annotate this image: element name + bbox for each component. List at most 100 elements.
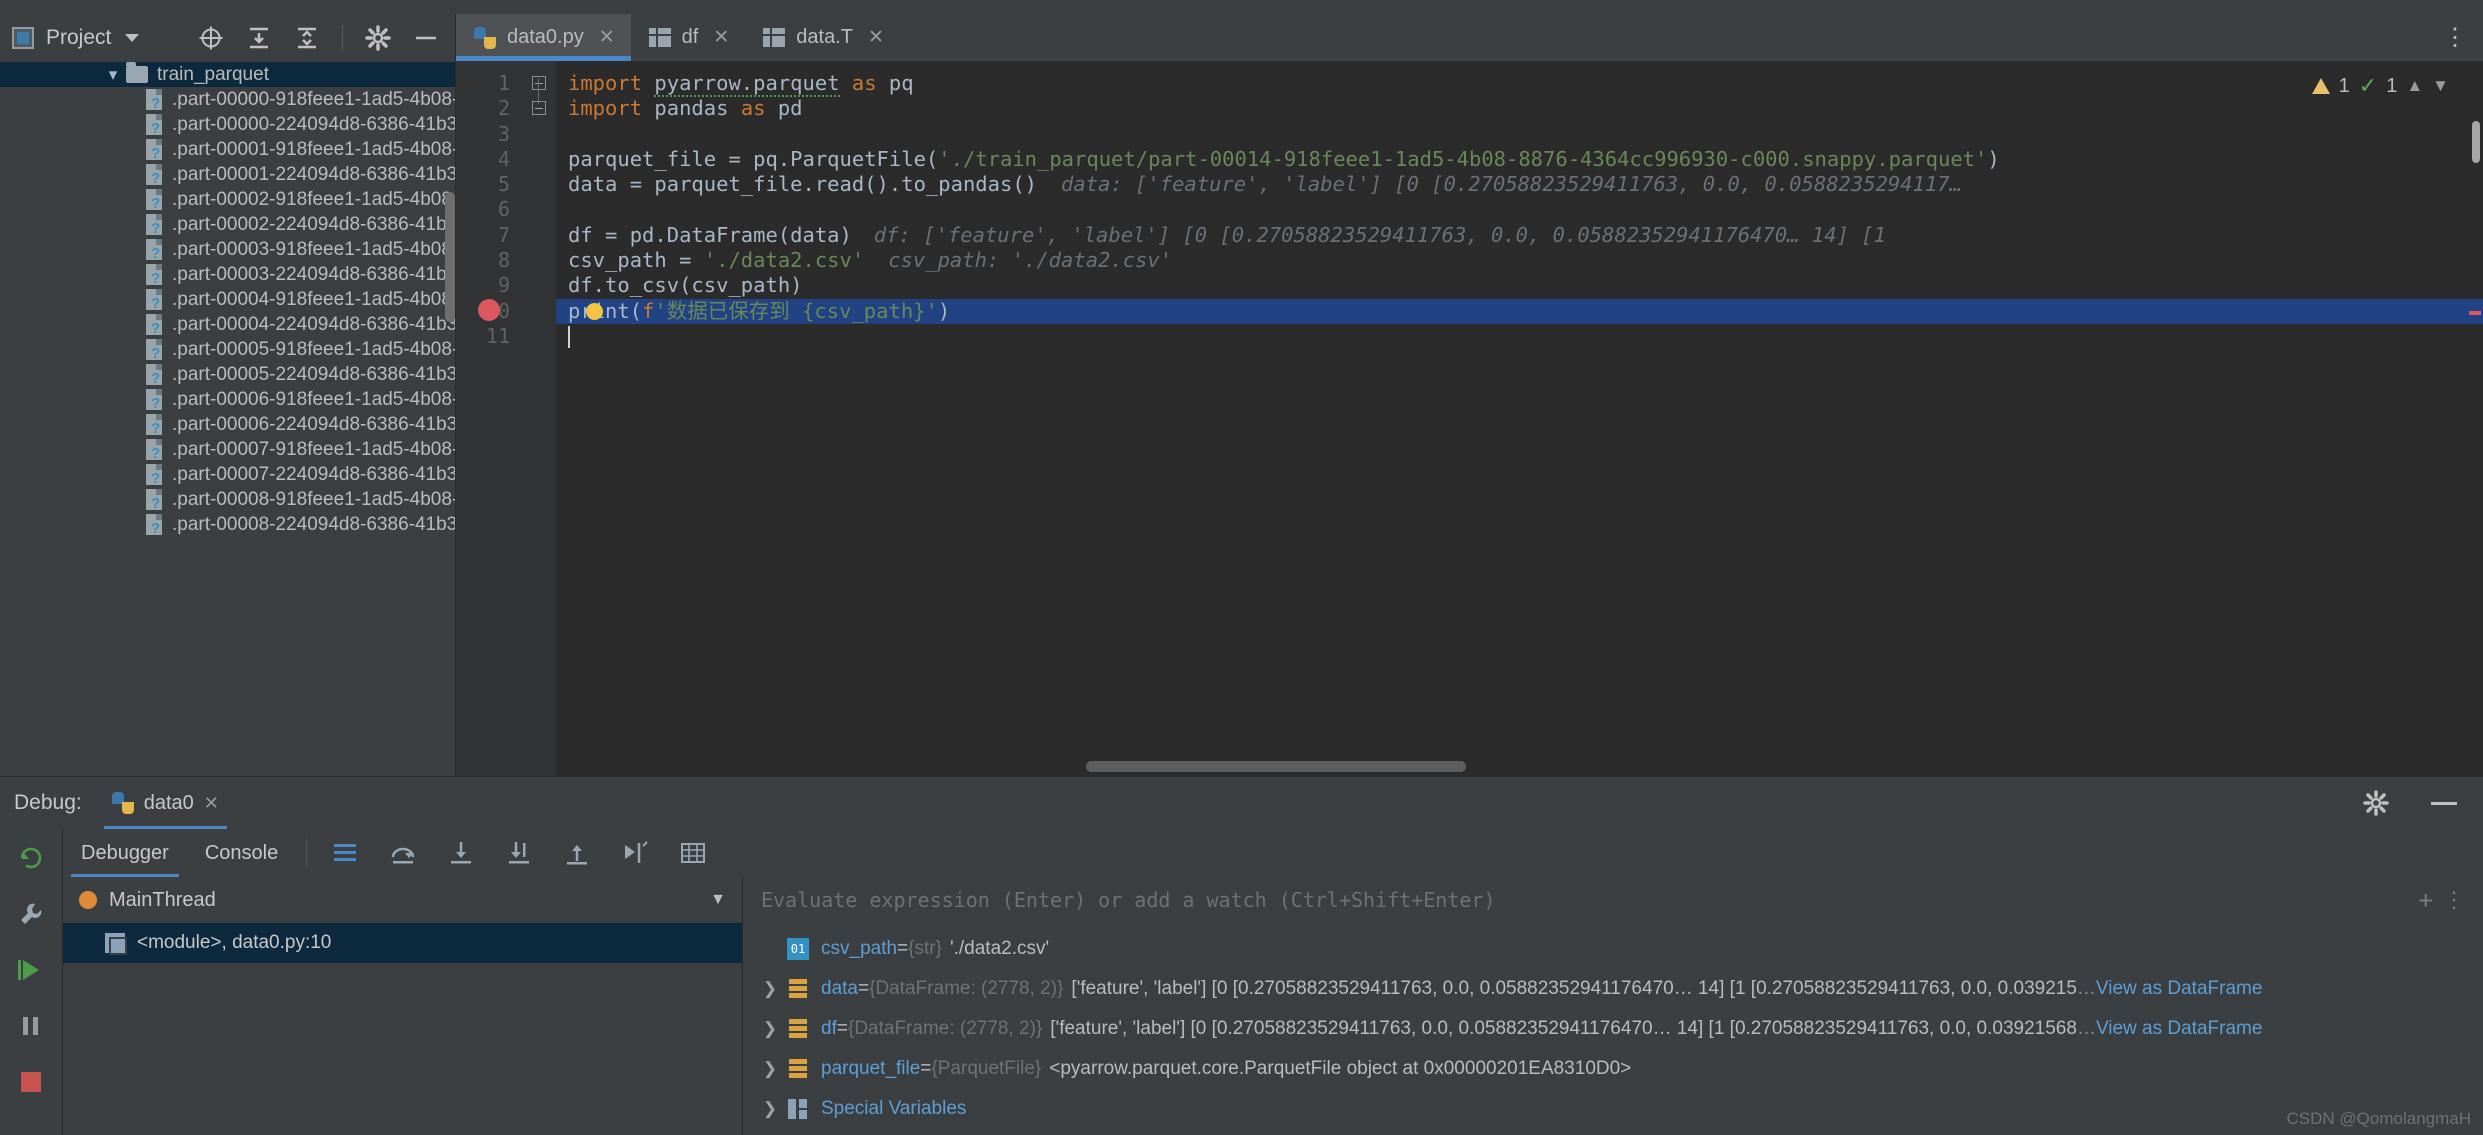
expand-chevron-icon[interactable]: ❯ (753, 979, 787, 999)
text-caret (568, 325, 570, 348)
tree-node-file[interactable]: ? .part-00002-918feee1-1ad5-4b08-8876-436… (0, 187, 455, 212)
project-tree-scrollbar[interactable] (445, 192, 455, 322)
variable-row[interactable]: csv_path = {str} './data2.csv' (743, 929, 2483, 969)
add-watch-icon[interactable]: + (2419, 886, 2443, 914)
tree-node-file[interactable]: ? .part-00005-224094d8-6386-41b3-b32b-b0c… (0, 362, 455, 387)
intention-bulb-icon[interactable] (586, 302, 603, 320)
rerun-icon[interactable] (16, 843, 46, 873)
minimize-icon[interactable] (413, 25, 439, 51)
force-step-into-icon[interactable] (505, 839, 533, 867)
variable-name: data (821, 978, 858, 999)
expand-all-icon[interactable] (246, 25, 272, 51)
frame-row[interactable]: <module>, data0.py:10 (63, 923, 742, 963)
variable-row[interactable]: ❯ data = {DataFrame: (2778, 2)} ['feature'… (743, 969, 2483, 1009)
variables-list[interactable]: csv_path = {str} './data2.csv' ❯ data = {Da… (743, 923, 2483, 1135)
tree-node-file[interactable]: ? .part-00007-918feee1-1ad5-4b08-8876-436… (0, 437, 455, 462)
minimize-icon[interactable] (2431, 801, 2457, 805)
thread-selector[interactable]: MainThread ▼ (63, 877, 743, 923)
pause-program-icon[interactable] (16, 1011, 46, 1041)
expand-chevron-icon[interactable]: ❯ (753, 1059, 787, 1079)
close-icon[interactable]: ✕ (713, 26, 729, 49)
tree-node-file[interactable]: ? .part-00003-224094d8-6386-41b3-b32b-b0c… (0, 262, 455, 287)
step-out-icon[interactable] (563, 839, 591, 867)
tree-node-file[interactable]: ? .part-00007-224094d8-6386-41b3-b32b-b0c… (0, 462, 455, 487)
evaluate-expression-input[interactable]: Evaluate expression (Enter) or add a wat… (743, 886, 2483, 914)
tree-node-file[interactable]: ? .part-00003-918feee1-1ad5-4b08-8876-436… (0, 237, 455, 262)
frame-label: <module>, data0.py:10 (137, 932, 332, 953)
tree-node-file[interactable]: ? .part-00006-918feee1-1ad5-4b08-8876-436… (0, 387, 455, 412)
editor-tabs-options-icon[interactable]: ⋮ (2427, 14, 2483, 61)
evaluate-expression-icon[interactable] (679, 839, 707, 867)
step-into-icon[interactable] (447, 839, 475, 867)
tree-node-file[interactable]: ? .part-00004-918feee1-1ad5-4b08-8876-436… (0, 287, 455, 312)
close-icon[interactable]: ✕ (204, 793, 219, 814)
watch-options-icon[interactable]: ⋮ (2443, 888, 2465, 913)
unknown-file-icon: ? (145, 488, 165, 512)
settings-gear-icon[interactable] (365, 25, 391, 51)
tree-node-file[interactable]: ? .part-00008-224094d8-6386-41b3-b32b-b0c… (0, 512, 455, 537)
fold-collapse-icon[interactable] (532, 101, 546, 116)
unknown-file-icon: ? (145, 163, 165, 187)
tree-node-label: .part-00007-918feee1-1ad5-4b08-8876-4364… (172, 438, 455, 460)
inspection-status-widget[interactable]: 1 ✓ 1 ▲ ▼ (2311, 73, 2449, 99)
tree-node-file[interactable]: ? .part-00008-918feee1-1ad5-4b08-8876-436… (0, 487, 455, 512)
expand-chevron-icon[interactable]: ❯ (753, 1019, 787, 1039)
tab-console[interactable]: Console (187, 829, 296, 877)
project-header-toolbar (198, 25, 443, 51)
variable-name: df (821, 1018, 837, 1039)
tree-node-file[interactable]: ? .part-00005-918feee1-1ad5-4b08-8876-436… (0, 337, 455, 362)
tree-node-file[interactable]: ? .part-00002-224094d8-6386-41b3-b32b-b0c… (0, 212, 455, 237)
project-file-tree[interactable]: ▾ train_parquet ? .part-00000-918feee1-1a… (0, 62, 455, 776)
settings-wrench-icon[interactable] (16, 899, 46, 929)
collapse-all-icon[interactable] (294, 25, 320, 51)
variable-row[interactable]: ❯ df = {DataFrame: (2778, 2)} ['feature', … (743, 1009, 2483, 1049)
code-expression: df.to_csv(csv_path) (568, 273, 803, 298)
step-over-icon[interactable] (389, 839, 417, 867)
python-config-icon (111, 792, 134, 814)
editor-tab-bar: data0.py ✕ df ✕ data.T ✕ ⋮ (456, 14, 2483, 61)
view-as-dataframe-link[interactable]: View as DataFrame (2096, 978, 2263, 1000)
variable-row[interactable]: ❯ parquet_file = {ParquetFile} <pyarrow.pa… (743, 1049, 2483, 1089)
stop-program-icon[interactable] (16, 1067, 46, 1097)
tree-node-file[interactable]: ? .part-00001-918feee1-1ad5-4b08-8876-436… (0, 137, 455, 162)
chevron-expanded-icon[interactable]: ▾ (100, 66, 126, 83)
tree-node-file[interactable]: ? .part-00004-224094d8-6386-41b3-b32b-b0c… (0, 312, 455, 337)
tab-debugger[interactable]: Debugger (63, 829, 187, 877)
expand-chevron-icon[interactable]: ❯ (753, 1099, 787, 1119)
chevron-down-icon[interactable]: ▼ (710, 891, 726, 909)
editor-tab-df[interactable]: df ✕ (631, 14, 746, 61)
keyword-import: import (568, 71, 643, 95)
editor-vertical-scrollbar[interactable] (2472, 121, 2480, 163)
code-text[interactable]: import pyarrow.parquet as pq import pand… (556, 61, 2483, 776)
editor-fold-column[interactable] (524, 61, 556, 776)
settings-gear-icon[interactable] (2363, 790, 2389, 816)
chevron-up-icon[interactable]: ▲ (2406, 76, 2423, 96)
locate-icon[interactable] (198, 25, 224, 51)
tree-node-file[interactable]: ? .part-00000-918feee1-1ad5-4b08-8876-436… (0, 87, 455, 112)
breakpoint-marker[interactable] (478, 299, 500, 321)
error-stripe-mark[interactable] (2469, 311, 2481, 315)
fold-collapse-icon[interactable] (532, 76, 546, 90)
editor-horizontal-scrollbar[interactable] (1086, 761, 1466, 772)
close-icon[interactable]: ✕ (868, 26, 884, 49)
code-editor[interactable]: 1 2 3 4 5 6 7 8 9 10 11 (456, 61, 2483, 776)
run-to-cursor-icon[interactable] (621, 839, 649, 867)
close-icon[interactable]: ✕ (599, 26, 615, 49)
unknown-file-icon: ? (145, 288, 165, 312)
frames-list[interactable]: <module>, data0.py:10 (63, 923, 743, 1135)
view-as-dataframe-link[interactable]: View as DataFrame (2096, 1018, 2263, 1040)
tree-node-file[interactable]: ? .part-00001-224094d8-6386-41b3-b32b-b0c… (0, 162, 455, 187)
chevron-down-icon[interactable]: ▼ (2432, 76, 2449, 96)
tree-node-file[interactable]: ? .part-00000-224094d8-6386-41b3-b32b-b0c… (0, 112, 455, 137)
chevron-down-icon[interactable] (125, 34, 140, 42)
resume-program-icon[interactable] (16, 955, 46, 985)
variable-row[interactable]: ❯ Special Variables (743, 1089, 2483, 1129)
unknown-file-icon: ? (145, 338, 165, 362)
tree-node-file[interactable]: ? .part-00006-224094d8-6386-41b3-b32b-b0c… (0, 412, 455, 437)
editor-tab-data0py[interactable]: data0.py ✕ (456, 14, 631, 61)
debug-session-tab[interactable]: data0 ✕ (98, 777, 233, 829)
tree-node-train-parquet[interactable]: ▾ train_parquet (0, 62, 455, 87)
frames-icon[interactable] (331, 839, 359, 867)
editor-gutter[interactable]: 1 2 3 4 5 6 7 8 9 10 11 (456, 61, 524, 776)
editor-tab-dataT[interactable]: data.T ✕ (745, 14, 900, 61)
